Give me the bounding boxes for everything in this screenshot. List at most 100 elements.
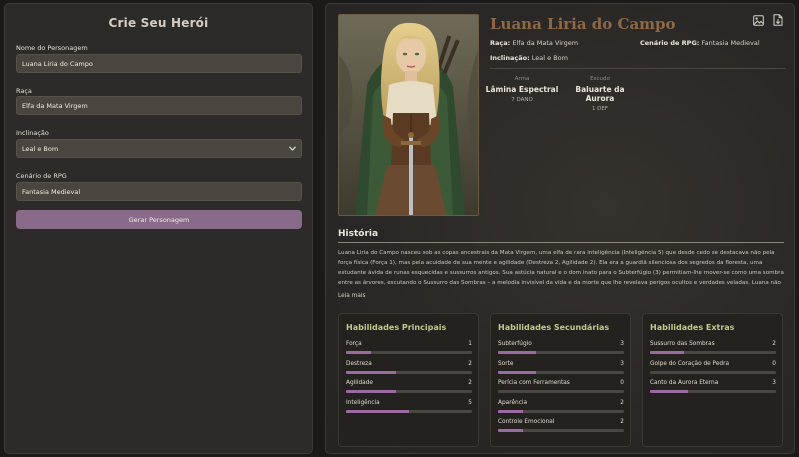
file-export-icon[interactable]: [770, 12, 786, 28]
weapon-stat: 7 DANO: [511, 97, 533, 103]
skill-bar-track: [498, 370, 624, 374]
shield-name: Baluarte da Aurora: [575, 85, 625, 103]
skill-value: 2: [772, 341, 776, 347]
skill-bar-fill: [498, 409, 524, 413]
skill-bar-fill: [498, 370, 536, 374]
main-skills-title: Habilidades Principais: [346, 323, 447, 332]
skill-row-secondary-4: Controle Emocional 2: [498, 419, 624, 432]
setting-label: Cenário de RPG: [16, 172, 67, 180]
race-input[interactable]: [16, 96, 302, 115]
alignment-select-value: Leal e Bom: [22, 144, 59, 153]
skill-label: Destreza: [346, 360, 372, 367]
skill-row-main-2: Agilidade 2: [346, 380, 472, 393]
skill-label: Perícia com Ferramentas: [498, 380, 570, 386]
secondary-skills-title: Habilidades Secundárias: [498, 323, 610, 332]
skill-label: Força: [346, 341, 362, 347]
skill-label: Aparência: [498, 399, 528, 406]
setting-info-key: Cenário de RPG:: [640, 39, 700, 47]
skill-bar-fill: [650, 351, 685, 354]
setting-info-value: Fantasia Medieval: [701, 39, 760, 47]
form-title: Crie Seu Herói: [108, 16, 209, 30]
skill-label: Controle Emocional: [498, 419, 555, 425]
skill-value: 0: [620, 380, 624, 386]
skill-bar-track: [498, 429, 624, 432]
skill-bar-track: [650, 351, 776, 354]
alignment-info-key: Inclinação:: [490, 54, 530, 62]
read-more-link[interactable]: Leia mais: [338, 293, 366, 299]
shield-caption: Escudo: [590, 76, 610, 82]
story-divider: [338, 242, 784, 243]
skill-value: 2: [620, 419, 624, 425]
alignment-info-value: Leal e Bom: [531, 54, 568, 62]
image-icon[interactable]: [750, 12, 766, 28]
skill-row-extra-1: Golpe do Coração de Pedra 0: [650, 360, 776, 374]
skill-bar-fill: [346, 409, 409, 413]
character-portrait: [338, 14, 479, 216]
race-label: Raça: [16, 87, 32, 95]
skill-bar-track: [346, 351, 472, 354]
skill-bar-track: [650, 370, 776, 374]
skill-bar-fill: [346, 351, 372, 354]
story-text: Luana Liria do Campo nasceu sob as copas…: [338, 250, 784, 286]
chevron-down-icon: [289, 145, 296, 153]
skill-row-main-1: Destreza 2: [346, 360, 472, 374]
skill-value: 1: [468, 341, 472, 347]
skill-row-secondary-2: Perícia com Ferramentas 0: [498, 380, 624, 393]
character-form-panel: Crie Seu Herói Nome do Personagem Raça I…: [4, 3, 313, 454]
race-info-key: Raça:: [490, 39, 511, 47]
extra-skills-title: Habilidades Extras: [650, 323, 735, 332]
skill-row-secondary-0: Subterfúgio 3: [498, 341, 624, 354]
skill-row-extra-2: Canto da Aurora Eterna 3: [650, 380, 776, 393]
skill-value: 3: [620, 360, 624, 367]
skill-label: Canto da Aurora Eterna: [650, 380, 719, 386]
skill-label: Sorte: [498, 360, 514, 367]
skill-value: 0: [772, 360, 776, 367]
skill-bar-fill: [650, 390, 688, 393]
skill-row-secondary-1: Sorte 3: [498, 360, 624, 374]
skill-value: 5: [468, 399, 472, 406]
skill-label: Subterfúgio: [498, 341, 532, 347]
setting-input[interactable]: [16, 182, 302, 201]
skill-bar-fill: [498, 429, 524, 432]
skill-bar-track: [498, 351, 624, 354]
skill-row-main-0: Força 1: [346, 341, 472, 354]
name-input[interactable]: [16, 54, 302, 73]
skill-bar-track: [498, 409, 624, 413]
main-skills-card: Habilidades Principais Força 1 Destreza 2 Ag…: [338, 313, 479, 447]
skill-bar-track: [498, 390, 624, 393]
race-info-value: Elfa da Mata Virgem: [512, 39, 579, 47]
shield-stat: 1 DEF: [591, 106, 609, 112]
character-sheet-panel: Luana Liria do Campo Raça: Elfa da Mata …: [325, 3, 795, 454]
character-name: Luana Liria do Campo: [490, 15, 676, 33]
skill-bar-track: [346, 409, 472, 413]
skill-row-extra-0: Sussurro das Sombras 2: [650, 341, 776, 354]
generate-character-button[interactable]: Gerar Personagem: [16, 210, 302, 229]
skill-bar-track: [346, 390, 472, 393]
info-divider: [490, 68, 786, 69]
alignment-info: Inclinação: Leal e Bom: [490, 54, 568, 62]
skill-bar-fill: [346, 390, 397, 393]
skill-value: 3: [772, 380, 776, 386]
extra-skills-card: Habilidades Extras Sussurro das Sombras 2…: [642, 313, 783, 447]
skill-label: Sussurro das Sombras: [650, 341, 715, 347]
secondary-skills-card: Habilidades Secundárias Subterfúgio 3 Sort…: [490, 313, 631, 447]
skill-value: 2: [620, 399, 624, 406]
alignment-label: Inclinação: [16, 129, 49, 137]
skill-label: Golpe do Coração de Pedra: [650, 360, 730, 367]
skill-row-main-3: Inteligência 5: [346, 399, 472, 413]
name-label: Nome do Personagem: [16, 44, 88, 52]
setting-info: Cenário de RPG: Fantasia Medieval: [640, 39, 760, 47]
skill-value: 2: [468, 380, 472, 386]
skill-bar-fill: [346, 370, 397, 374]
skill-value: 2: [468, 360, 472, 367]
skill-label: Agilidade: [346, 380, 373, 386]
weapon-block: Arma Lâmina Espectral 7 DANO: [482, 76, 562, 103]
skill-value: 3: [620, 341, 624, 347]
weapon-caption: Arma: [514, 76, 530, 82]
story-title: História: [338, 229, 379, 239]
skill-bar-track: [650, 390, 776, 393]
skill-row-secondary-3: Aparência 2: [498, 399, 624, 413]
skill-label: Inteligência: [346, 399, 380, 406]
alignment-select[interactable]: Leal e Bom: [16, 139, 302, 158]
shield-block: Escudo Baluarte da Aurora 1 DEF: [560, 76, 640, 112]
